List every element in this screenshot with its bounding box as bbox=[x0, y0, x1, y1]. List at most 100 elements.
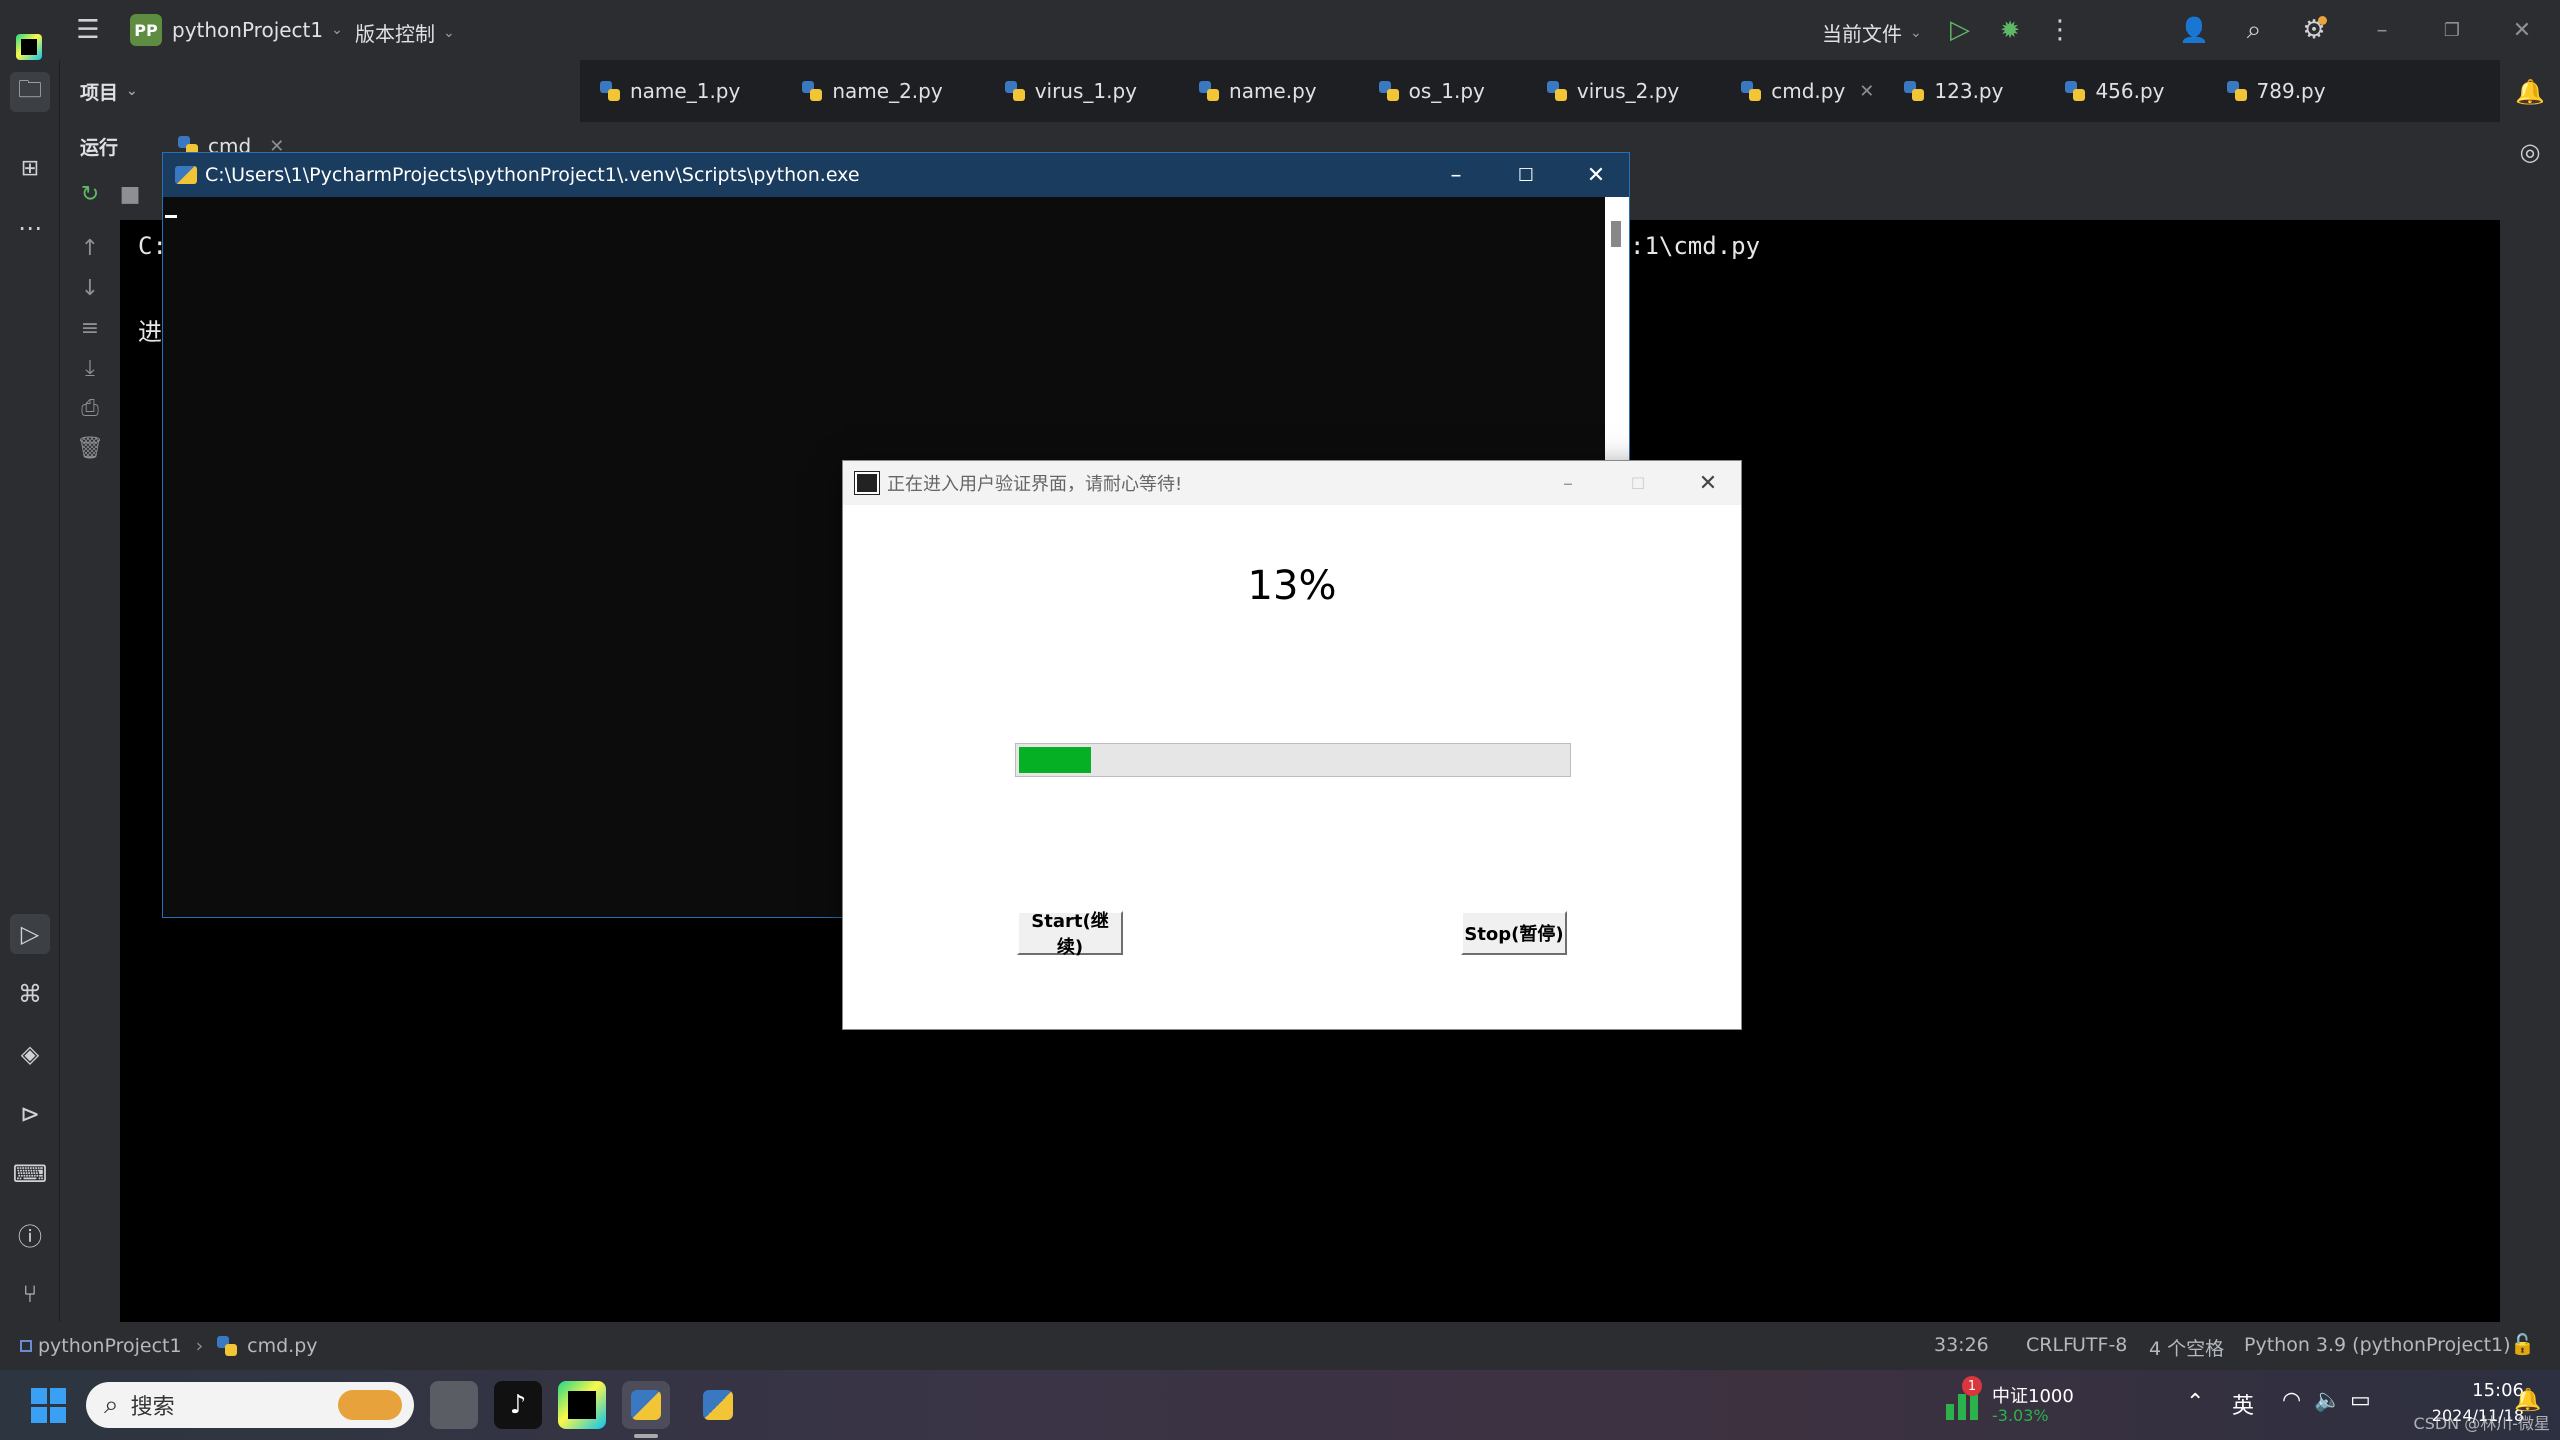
more-tools-icon[interactable]: ⋯ bbox=[10, 208, 50, 248]
add-user-icon[interactable]: 👤 bbox=[2176, 14, 2212, 46]
close-icon[interactable]: ✕ bbox=[2506, 14, 2538, 46]
editor-tab-8[interactable]: 456.py bbox=[2065, 79, 2165, 103]
scroll-up-icon[interactable]: ↑ bbox=[76, 234, 104, 262]
notification-center-icon[interactable]: 🔔 bbox=[2514, 1388, 2541, 1413]
wifi-icon[interactable]: ◠ bbox=[2282, 1388, 2301, 1413]
chevron-down-icon: ⌄ bbox=[331, 22, 343, 38]
battery-icon[interactable]: ▭ bbox=[2350, 1388, 2371, 1413]
project-badge: PP bbox=[130, 14, 162, 46]
editor-tab-3[interactable]: name.py bbox=[1199, 79, 1317, 103]
maximize-icon[interactable]: ☐ bbox=[1491, 153, 1561, 197]
vcs-menu[interactable]: 版本控制 ⌄ bbox=[355, 18, 455, 47]
editor-tab-label: name_2.py bbox=[832, 79, 943, 103]
project-selector[interactable]: PP pythonProject1 ⌄ bbox=[130, 14, 343, 46]
pycharm-app-icon[interactable] bbox=[558, 1381, 606, 1429]
editor-tab-label: virus_2.py bbox=[1576, 79, 1680, 103]
editor-tab-9[interactable]: 789.py bbox=[2226, 79, 2326, 103]
more-actions-icon[interactable]: ⋮ bbox=[2046, 14, 2074, 46]
debug-icon[interactable]: ✹ bbox=[1992, 14, 2028, 46]
python-file-icon bbox=[1378, 81, 1399, 101]
breadcrumb-project[interactable]: pythonProject1 bbox=[38, 1335, 182, 1357]
editor-tab-5[interactable]: virus_2.py bbox=[1546, 79, 1680, 103]
editor-tab-label: virus_1.py bbox=[1034, 79, 1138, 103]
editor-tab-0[interactable]: name_1.py bbox=[600, 79, 740, 103]
restore-icon[interactable]: ❐ bbox=[2436, 14, 2468, 46]
indent-setting[interactable]: 4 个空格 bbox=[2149, 1334, 2224, 1361]
lock-icon[interactable]: 🔓 bbox=[2510, 1332, 2535, 1356]
stock-badge: 1 bbox=[1962, 1376, 1982, 1396]
python-file-icon bbox=[802, 81, 823, 101]
close-icon[interactable]: ✕ bbox=[1673, 461, 1743, 505]
run-icon[interactable]: ▷ bbox=[1942, 14, 1978, 46]
taskbar-search-box[interactable]: ⌕ 搜索 bbox=[86, 1382, 414, 1428]
services-icon[interactable]: ⊳ bbox=[10, 1094, 50, 1134]
editor-tab-bar: name_1.py name_2.py virus_1.py name.py os_1.… bbox=[580, 60, 2500, 122]
active-window-indicator bbox=[634, 1434, 658, 1438]
editor-tab-1[interactable]: name_2.py bbox=[802, 79, 943, 103]
start-continue-button[interactable]: Start(继续) bbox=[1017, 911, 1123, 958]
scrollbar-thumb[interactable] bbox=[1611, 221, 1621, 247]
python-file-icon bbox=[1546, 81, 1567, 101]
line-separator[interactable]: CRLF bbox=[2026, 1334, 2074, 1356]
run-config-selector[interactable]: 当前文件 ⌄ bbox=[1822, 18, 1922, 47]
print-icon[interactable]: ⎙ bbox=[76, 394, 104, 422]
task-view-icon[interactable] bbox=[430, 1381, 478, 1429]
scroll-down-icon[interactable]: ↓ bbox=[76, 274, 104, 302]
minimize-icon[interactable]: – bbox=[1533, 461, 1603, 505]
caret-position[interactable]: 33:26 bbox=[1934, 1334, 1989, 1356]
stock-name[interactable]: 中证1000 bbox=[1992, 1382, 2074, 1408]
project-panel-header[interactable]: 项目 ⌄ bbox=[60, 60, 580, 122]
volume-icon[interactable]: 🔈 bbox=[2314, 1388, 2341, 1413]
left-tool-strip: 🗀 ⊞ ⋯ ▷ ⌘ ◈ ⊳ ⌨ ⓘ ⑂ bbox=[0, 60, 60, 1322]
clear-trash-icon[interactable]: 🗑 bbox=[76, 434, 104, 462]
cmd-window-title-bar[interactable]: C:\Users\1\PycharmProjects\pythonProject… bbox=[163, 153, 1629, 197]
progress-percent-label: 13% bbox=[1247, 563, 1337, 609]
editor-tab-2[interactable]: virus_1.py bbox=[1004, 79, 1138, 103]
problems-icon[interactable]: ⓘ bbox=[10, 1214, 50, 1254]
structure-icon[interactable]: ⊞ bbox=[10, 148, 50, 188]
clock-time[interactable]: 15:06 bbox=[2444, 1380, 2524, 1401]
python-app-icon[interactable] bbox=[694, 1381, 742, 1429]
notifications-bell-icon[interactable]: 🔔 bbox=[2510, 72, 2550, 112]
python-interpreter[interactable]: Python 3.9 (pythonProject1) bbox=[2244, 1334, 2511, 1356]
text-cursor bbox=[165, 215, 177, 218]
file-encoding[interactable]: UTF-8 bbox=[2072, 1334, 2127, 1356]
vcs-label: 版本控制 bbox=[355, 22, 435, 46]
terminal-icon[interactable]: ⌨ bbox=[10, 1154, 50, 1194]
ide-status-bar: pythonProject1 › cmd.py 33:26 CRLF UTF-8… bbox=[0, 1322, 2560, 1370]
csdn-watermark: CSDN @林川-微星 bbox=[2413, 1414, 2550, 1433]
project-folder-icon[interactable]: 🗀 bbox=[10, 72, 50, 112]
close-tab-icon[interactable]: ✕ bbox=[1859, 81, 1874, 102]
python-app-icon-active[interactable] bbox=[622, 1381, 670, 1429]
maximize-icon: ☐ bbox=[1630, 473, 1646, 493]
run-tool-icon[interactable]: ▷ bbox=[10, 914, 50, 954]
editor-tab-label: name_1.py bbox=[630, 79, 741, 103]
minimize-icon[interactable]: – bbox=[1421, 153, 1491, 197]
tray-overflow-chevron-icon[interactable]: ⌃ bbox=[2186, 1390, 2204, 1415]
search-icon[interactable]: ⌕ bbox=[2236, 14, 2272, 46]
python-console-icon[interactable]: ⌘ bbox=[10, 974, 50, 1014]
search-placeholder: 搜索 bbox=[130, 1395, 175, 1420]
breadcrumb-file[interactable]: cmd.py bbox=[247, 1335, 317, 1357]
layers-icon[interactable]: ◈ bbox=[10, 1034, 50, 1074]
stop-icon[interactable]: ■ bbox=[116, 180, 144, 208]
project-icon bbox=[20, 1340, 32, 1352]
ai-assistant-icon[interactable]: ◎ bbox=[2510, 132, 2550, 172]
windows-start-icon[interactable] bbox=[24, 1381, 72, 1429]
editor-tab-6[interactable]: cmd.py ✕ bbox=[1741, 79, 1874, 103]
main-menu-icon[interactable]: ☰ bbox=[72, 14, 104, 46]
rerun-icon[interactable]: ↻ bbox=[76, 180, 104, 208]
tiktok-app-icon[interactable]: ♪ bbox=[494, 1381, 542, 1429]
editor-tab-label: cmd.py bbox=[1771, 79, 1846, 103]
chevron-down-icon: ⌄ bbox=[443, 24, 455, 41]
editor-tab-7[interactable]: 123.py bbox=[1904, 79, 2003, 103]
dialog-title-bar[interactable]: 正在进入用户验证界面，请耐心等待! – ☐ ✕ bbox=[843, 461, 1741, 505]
minimize-icon[interactable]: – bbox=[2366, 14, 2398, 46]
ime-indicator[interactable]: 英 bbox=[2232, 1388, 2254, 1420]
close-icon[interactable]: ✕ bbox=[1561, 153, 1631, 197]
scroll-to-end-icon[interactable]: ⤓ bbox=[76, 354, 104, 382]
soft-wrap-icon[interactable]: ≡ bbox=[76, 314, 104, 342]
editor-tab-4[interactable]: os_1.py bbox=[1378, 79, 1485, 103]
stop-pause-button[interactable]: Stop(暂停) bbox=[1461, 911, 1567, 955]
git-branch-icon[interactable]: ⑂ bbox=[10, 1274, 50, 1314]
